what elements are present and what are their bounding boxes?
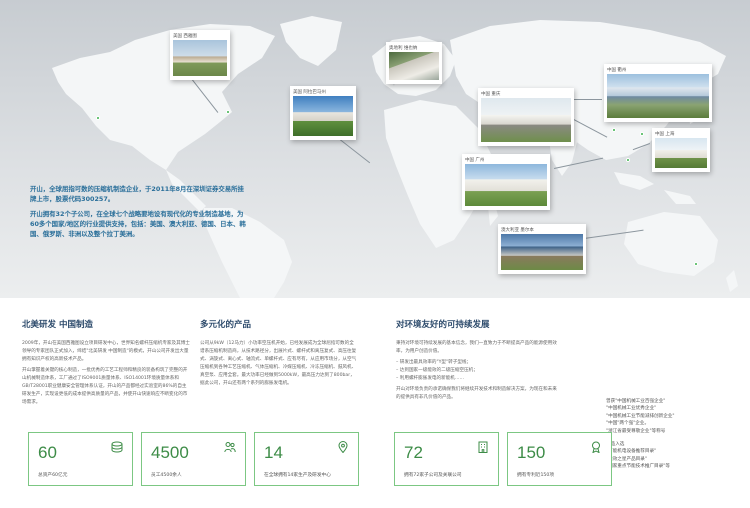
honor-item: "中国机械工业优秀企业" — [606, 406, 657, 412]
photo-card: 澳大利亚 墨尔本 — [498, 224, 586, 274]
column-title: 北美研发 中国制造 — [22, 320, 93, 330]
stat-card-assets: 60 总资产60亿元 — [28, 432, 133, 486]
photo-caption: 中国 衢州 — [607, 68, 627, 73]
honor-item: "节能机电设备推荐目录" — [606, 449, 657, 455]
column-paragraph: 公司从9kW（12马力）小功率空压机开始，已经发展成为全球屈指可数的全谱系压缩机… — [200, 341, 357, 386]
photo-card: 中国 上海 — [652, 128, 710, 172]
column-title: 多元化的产品 — [200, 320, 252, 330]
photo-card: 美国 西雅图 — [170, 30, 230, 80]
stat-label: 员工4500余人 — [151, 473, 182, 478]
stat-value: 4500 — [151, 443, 189, 462]
column-rnd: 北美研发 中国制造 2009年，开山在美国西雅图设立项目研发中心，世界知名螺杆压… — [22, 318, 190, 410]
coins-icon — [111, 441, 123, 453]
honors-list: 曾获"中国机械工业百强企业" "中国机械工业优秀企业" "中国机械工业节能减排创… — [606, 398, 746, 471]
photo-caption: 中国 重庆 — [481, 92, 501, 97]
stat-card-centers: 14 在全球拥有14家生产及研发中心 — [254, 432, 359, 486]
chongqing-facility-photo — [481, 98, 571, 142]
shanghai-facility-photo — [655, 138, 707, 168]
photo-card: 中国 广州 — [462, 154, 550, 210]
photo-card: 奥地利 维也纳 — [386, 42, 442, 84]
stat-label: 总资产60亿元 — [38, 473, 68, 478]
stat-label: 拥有专利近150项 — [517, 473, 555, 478]
building-icon — [478, 441, 488, 453]
intro-paragraph-listing: 开山，全球屈指可数的压缩机制造企业，于2011年8月在深圳证券交易所挂牌上市，股… — [30, 185, 244, 203]
column-paragraph: 开山对环境负责的承诺确保我们将继续开发技术和制造解决方案，为现在和未来的提供具有… — [396, 387, 557, 400]
column-title: 对环境友好的可持续发展 — [396, 320, 490, 330]
guangzhou-facility-photo — [465, 164, 547, 206]
location-pin-icon — [226, 110, 230, 114]
photo-caption: 奥地利 维也纳 — [389, 46, 418, 51]
photo-card: 美国 阿拉巴马州 — [290, 86, 356, 140]
melbourne-facility-photo — [501, 234, 583, 270]
connector-line — [572, 99, 602, 100]
stat-label: 拥有72家子公司及关联公司 — [404, 473, 462, 478]
award-icon — [592, 441, 600, 453]
photo-caption: 美国 阿拉巴马州 — [293, 90, 326, 95]
stat-value: 150 — [517, 443, 546, 462]
vienna-facility-photo — [389, 52, 439, 80]
world-map-section: 美国 西雅图 美国 阿拉巴马州 奥地利 维也纳 中国 衢州 中国 重庆 中国 上… — [0, 0, 750, 298]
intro-paragraph-subsidiaries: 开山拥有32个子公司，在全球七个战略要地设有现代化的专业制造基地，为60多个国家… — [30, 210, 246, 238]
column-products: 多元化的产品 公司从9kW（12马力）小功率空压机开始，已经发展成为全球屈指可数… — [200, 318, 358, 391]
location-pin-icon — [626, 158, 630, 162]
stat-card-employees: 4500 员工4500余人 — [141, 432, 246, 486]
column-paragraph: 秉持对环境可持续发展的基本信念，我们一直致力于不断提高产品的能源使用效率，为用户… — [396, 341, 557, 354]
stat-value: 60 — [38, 443, 57, 462]
alabama-facility-photo — [293, 96, 353, 136]
honor-item: "国家重点节能技术推广目录"等 — [606, 464, 670, 470]
photo-caption: 澳大利亚 墨尔本 — [501, 228, 534, 233]
column-paragraph: 开山掌握着关键的核心制造，一批优秀的工艺工程师和精良的装备构筑了完整的开山机械制… — [22, 368, 188, 405]
photo-caption: 美国 西雅图 — [173, 34, 197, 39]
seattle-facility-photo — [173, 40, 227, 76]
stat-card-patents: 150 拥有专利近150项 — [507, 432, 612, 486]
photo-card: 中国 衢州 — [604, 64, 712, 122]
photo-caption: 中国 广州 — [465, 158, 485, 163]
column-bullet: – 研发出最具效率的"Y型"转子型线； — [396, 360, 472, 365]
honor-item: 产品入选 — [606, 442, 625, 448]
column-bullet: – 利用螺杆膨胀发电的新能机…… — [396, 376, 465, 381]
honor-item: "能效之星产品目录" — [606, 456, 647, 462]
location-pin-icon — [96, 116, 100, 120]
stat-card-subsidiaries: 72 拥有72家子公司及关联公司 — [394, 432, 499, 486]
company-intro: 开山，全球屈指可数的压缩机制造企业，于2011年8月在深圳证券交易所挂牌上市，股… — [30, 184, 250, 244]
people-icon — [224, 442, 236, 453]
stat-value: 14 — [264, 443, 283, 462]
location-pin-icon — [612, 128, 616, 132]
location-pin-icon — [640, 132, 644, 136]
honor-item: "浙江省最受尊敬企业"等称号 — [606, 428, 666, 434]
column-paragraph: 2009年，开山在美国西雅图设立项目研发中心，世界知名螺杆压缩机专家及其博士领导… — [22, 341, 190, 362]
honor-item: 曾获"中国机械工业百强企业" — [606, 399, 666, 404]
honor-item: "中国"两个强"企业。 — [606, 421, 650, 427]
photo-card: 中国 重庆 — [478, 88, 574, 146]
world-map — [52, 16, 738, 298]
location-pin-icon — [338, 441, 348, 453]
quzhou-facility-photo — [607, 74, 709, 118]
honor-item: "中国机械工业节能减排创新企业" — [606, 413, 675, 419]
photo-caption: 中国 上海 — [655, 132, 675, 137]
stat-label: 在全球拥有14家生产及研发中心 — [264, 473, 331, 478]
column-sustainability: 对环境友好的可持续发展 秉持对环境可持续发展的基本信念，我们一直致力于不断提高产… — [396, 318, 560, 405]
stat-value: 72 — [404, 443, 423, 462]
location-pin-icon — [694, 262, 698, 266]
column-bullet: – 达到国家一级能效的二级压缩空压机； — [396, 368, 478, 373]
